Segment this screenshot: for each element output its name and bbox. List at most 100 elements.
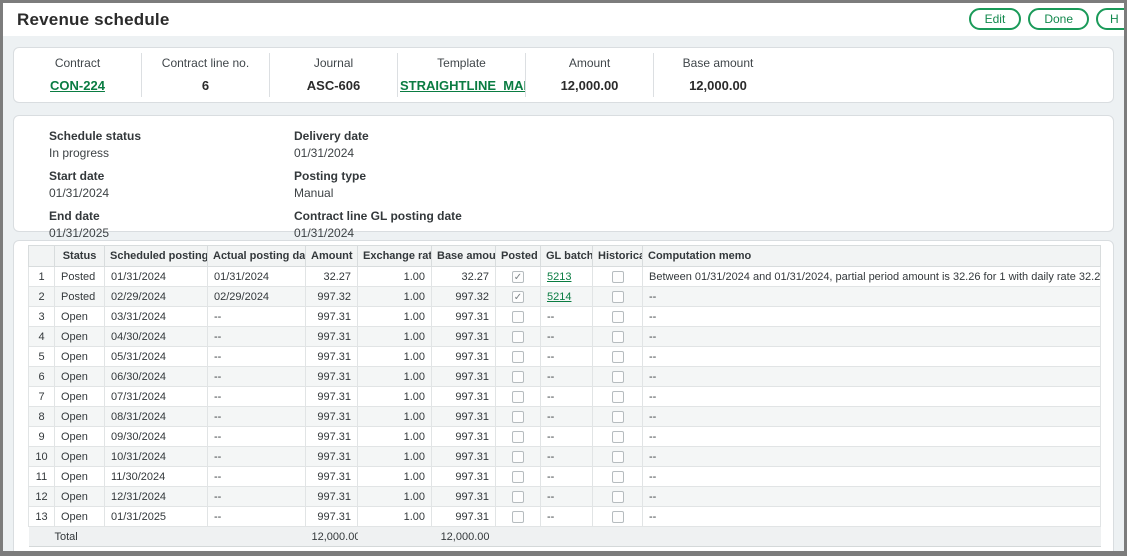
detail-field-contract-line-gl-posting-date: Contract line GL posting date01/31/2024 — [294, 209, 462, 240]
amount-cell: 997.31 — [306, 427, 358, 447]
row-number-cell: 10 — [29, 447, 55, 467]
posted-checkbox[interactable] — [512, 491, 524, 503]
actual-posting-date-cell: -- — [208, 427, 306, 447]
gl-batch-cell: -- — [541, 467, 593, 487]
scheduled-posting-date-cell: 01/31/2024 — [105, 267, 208, 287]
summary-field-link[interactable]: CON-224 — [50, 78, 105, 93]
posted-checkbox[interactable] — [512, 331, 524, 343]
amount-cell: 997.31 — [306, 407, 358, 427]
amount-cell: 997.31 — [306, 347, 358, 367]
historical-checkbox[interactable] — [612, 331, 624, 343]
detail-field-value: 01/31/2024 — [294, 146, 462, 160]
detail-field-value: In progress — [49, 146, 294, 160]
historical-checkbox[interactable] — [612, 411, 624, 423]
posted-checkbox[interactable] — [512, 351, 524, 363]
actual-posting-date-cell: -- — [208, 347, 306, 367]
gl-batch-link[interactable]: 5213 — [547, 271, 571, 283]
table-total-row: Total12,000.0012,000.00 — [29, 527, 1101, 547]
posted-checkbox[interactable] — [512, 511, 524, 523]
scheduled-posting-date-cell: 05/31/2024 — [105, 347, 208, 367]
computation-memo-cell: -- — [643, 427, 1101, 447]
column-header-base-amount: Base amount — [432, 246, 496, 267]
posted-checkbox[interactable]: ✓ — [512, 291, 524, 303]
amount-cell: 997.31 — [306, 487, 358, 507]
amount-cell: 997.31 — [306, 507, 358, 527]
header-action-button-cutoff[interactable]: H — [1096, 8, 1127, 30]
computation-memo-cell: -- — [643, 387, 1101, 407]
table-row: 6Open06/30/2024--997.311.00997.31---- — [29, 367, 1101, 387]
total-label-cell: Total — [29, 527, 306, 547]
header-actions: Edit Done H — [969, 8, 1127, 30]
status-cell: Open — [55, 447, 105, 467]
schedule-table: StatusScheduled posting dateActual posti… — [28, 245, 1101, 547]
historical-checkbox[interactable] — [612, 491, 624, 503]
posted-checkbox[interactable] — [512, 471, 524, 483]
column-header-computation-memo: Computation memo — [643, 246, 1101, 267]
historical-checkbox[interactable] — [612, 451, 624, 463]
actual-posting-date-cell: 02/29/2024 — [208, 287, 306, 307]
edit-button[interactable]: Edit — [969, 8, 1022, 30]
base-amount-cell: 997.31 — [432, 347, 496, 367]
table-header-row: StatusScheduled posting dateActual posti… — [29, 246, 1101, 267]
amount-cell: 32.27 — [306, 267, 358, 287]
historical-checkbox[interactable] — [612, 391, 624, 403]
column-header-amount: Amount — [306, 246, 358, 267]
historical-checkbox[interactable] — [612, 271, 624, 283]
posted-cell — [496, 327, 541, 347]
exchange-rate-cell: 1.00 — [358, 487, 432, 507]
detail-field-value: Manual — [294, 186, 462, 200]
actual-posting-date-cell: -- — [208, 327, 306, 347]
exchange-rate-cell: 1.00 — [358, 447, 432, 467]
posted-checkbox[interactable] — [512, 311, 524, 323]
exchange-rate-cell: 1.00 — [358, 507, 432, 527]
posted-cell — [496, 507, 541, 527]
computation-memo-cell: -- — [643, 367, 1101, 387]
historical-checkbox[interactable] — [612, 291, 624, 303]
historical-checkbox[interactable] — [612, 351, 624, 363]
historical-checkbox[interactable] — [612, 471, 624, 483]
computation-memo-cell: -- — [643, 327, 1101, 347]
gl-batch-cell: -- — [541, 447, 593, 467]
total-base-amount-cell: 12,000.00 — [432, 527, 496, 547]
historical-checkbox[interactable] — [612, 431, 624, 443]
summary-field-base-amount: Base amount12,000.00 — [654, 53, 782, 97]
posted-checkbox[interactable] — [512, 371, 524, 383]
posted-cell — [496, 387, 541, 407]
row-number-cell: 7 — [29, 387, 55, 407]
summary-field-link[interactable]: STRAIGHTLINE_MANUAL — [400, 78, 525, 93]
row-number-cell: 13 — [29, 507, 55, 527]
base-amount-cell: 997.31 — [432, 467, 496, 487]
historical-checkbox[interactable] — [612, 311, 624, 323]
posted-checkbox[interactable] — [512, 391, 524, 403]
summary-field-value: 6 — [142, 78, 269, 93]
posted-cell — [496, 367, 541, 387]
exchange-rate-cell: 1.00 — [358, 287, 432, 307]
posted-checkbox[interactable] — [512, 411, 524, 423]
posted-checkbox[interactable] — [512, 431, 524, 443]
posted-checkbox[interactable]: ✓ — [512, 271, 524, 283]
status-cell: Open — [55, 467, 105, 487]
gl-batch-cell: -- — [541, 347, 593, 367]
historical-cell — [593, 347, 643, 367]
historical-cell — [593, 387, 643, 407]
scheduled-posting-date-cell: 02/29/2024 — [105, 287, 208, 307]
gl-batch-link[interactable]: 5214 — [547, 291, 571, 303]
historical-checkbox[interactable] — [612, 371, 624, 383]
detail-field-value: 01/31/2024 — [49, 186, 294, 200]
done-button[interactable]: Done — [1028, 8, 1089, 30]
exchange-rate-cell: 1.00 — [358, 407, 432, 427]
actual-posting-date-cell: -- — [208, 407, 306, 427]
actual-posting-date-cell: -- — [208, 467, 306, 487]
base-amount-cell: 997.31 — [432, 427, 496, 447]
column-header-actual-posting-date: Actual posting date — [208, 246, 306, 267]
details-left-column: Schedule statusIn progressStart date01/3… — [49, 129, 294, 231]
historical-checkbox[interactable] — [612, 511, 624, 523]
posted-checkbox[interactable] — [512, 451, 524, 463]
exchange-rate-cell: 1.00 — [358, 387, 432, 407]
schedule-table-panel: StatusScheduled posting dateActual posti… — [13, 240, 1114, 556]
detail-field-posting-type: Posting typeManual — [294, 169, 462, 200]
column-header-posted: Posted — [496, 246, 541, 267]
status-cell: Posted — [55, 287, 105, 307]
gl-batch-cell: 5214 — [541, 287, 593, 307]
amount-cell: 997.31 — [306, 387, 358, 407]
